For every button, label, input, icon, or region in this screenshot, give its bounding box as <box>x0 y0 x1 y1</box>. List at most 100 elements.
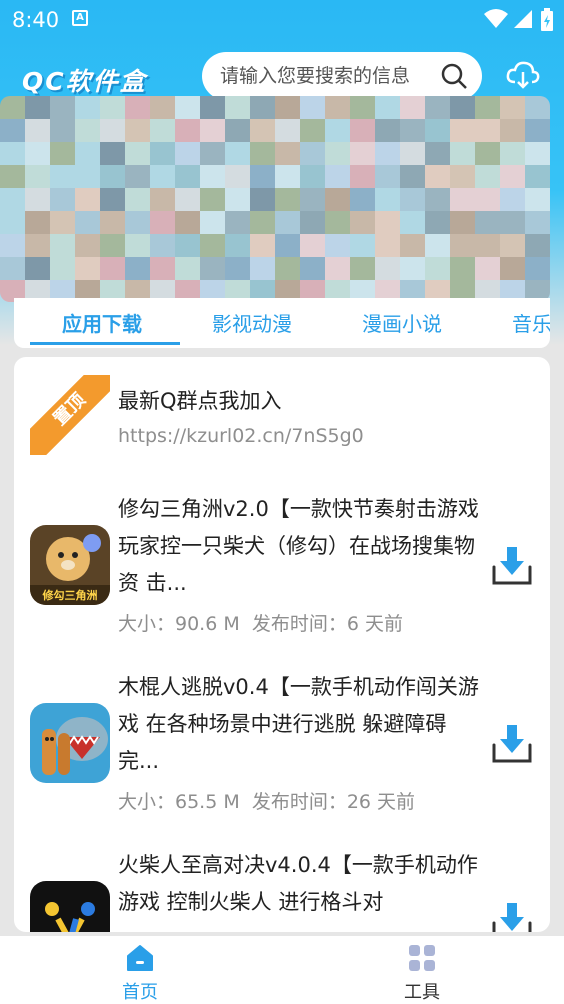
banner-pixel <box>425 119 450 142</box>
banner-pixel <box>25 165 50 188</box>
banner-pixel <box>350 96 375 119</box>
banner-pixel <box>325 165 350 188</box>
banner-pixel <box>500 257 525 280</box>
banner-pixel <box>200 119 225 142</box>
banner-pixel <box>125 142 150 165</box>
banner-pixel <box>175 165 200 188</box>
banner-pixel <box>400 234 425 257</box>
banner-pixel <box>375 234 400 257</box>
tab-film-anime[interactable]: 影视动漫 <box>212 308 292 337</box>
banner-pixel <box>300 119 325 142</box>
banner-pixel <box>275 234 300 257</box>
banner-pixel <box>75 142 100 165</box>
banner-pixel <box>175 211 200 234</box>
banner-pixel <box>100 96 125 119</box>
banner-pixel <box>25 257 50 280</box>
banner-pixel <box>400 142 425 165</box>
tab-comic-novel[interactable]: 漫画小说 <box>362 308 442 337</box>
banner-pixel <box>75 96 100 119</box>
banner-pixel <box>75 165 100 188</box>
banner-pixel <box>125 165 150 188</box>
banner-pixel <box>0 234 25 257</box>
tab-music[interactable]: 音乐 <box>512 308 550 337</box>
search-box[interactable] <box>202 52 482 100</box>
banner-pixel <box>400 188 425 211</box>
banner-pixel <box>525 96 550 119</box>
signal-icon <box>514 10 532 28</box>
banner-pixel <box>525 257 550 280</box>
banner-pixel <box>400 96 425 119</box>
banner-pixel <box>525 142 550 165</box>
banner-pixel <box>375 188 400 211</box>
bottom-nav: 首页 工具 <box>0 936 564 1004</box>
banner-pixel <box>475 142 500 165</box>
banner-pixel <box>400 257 425 280</box>
banner-pixel <box>500 96 525 119</box>
list-item[interactable]: 修勾三角洲 修勾三角洲v2.0【一款快节奏射击游戏 玩家控一只柴犬（修勾）在战场… <box>14 495 550 645</box>
nav-home[interactable]: 首页 <box>100 944 180 1004</box>
banner-pixel <box>375 211 400 234</box>
banner-pixel <box>200 96 225 119</box>
download-icon[interactable] <box>490 543 534 587</box>
banner-pixel <box>50 211 75 234</box>
list-item[interactable]: 木棍人逃脱v0.4【一款手机动作闯关游戏 在各种场景中进行逃脱 躲避障碍 完..… <box>14 673 550 823</box>
banner-pixel <box>475 257 500 280</box>
nav-tools[interactable]: 工具 <box>382 944 462 1004</box>
pinned-url[interactable]: https://kzurl02.cn/7nS5g0 <box>118 425 364 447</box>
app-meta: 大小：65.5 M 发布时间：26 天前 <box>118 787 415 814</box>
banner-pixel <box>475 234 500 257</box>
banner-pixel <box>275 188 300 211</box>
banner-pixel <box>525 165 550 188</box>
nav-tools-label: 工具 <box>404 982 440 1003</box>
banner-pixel <box>275 211 300 234</box>
banner-pixel <box>425 234 450 257</box>
cloud-download-icon[interactable] <box>506 60 540 90</box>
banner-pixel <box>375 142 400 165</box>
banner-pixel <box>175 257 200 280</box>
banner-pixel <box>25 142 50 165</box>
banner-pixel <box>175 119 200 142</box>
banner-pixel <box>250 234 275 257</box>
app-icon: 修勾三角洲 <box>30 525 110 605</box>
app-title: 修勾三角洲v2.0【一款快节奏射击游戏 玩家控一只柴犬（修勾）在战场搜集物资 击… <box>118 497 479 595</box>
banner-pixel <box>150 211 175 234</box>
banner-pixel <box>200 165 225 188</box>
banner-pixel <box>225 119 250 142</box>
banner-pixel <box>150 257 175 280</box>
list-item[interactable]: 火柴人至高对决v4.0.4【一款手机动作游戏 控制火柴人 进行格斗对 <box>14 851 550 932</box>
banner-pixel <box>325 257 350 280</box>
search-input[interactable] <box>220 65 440 87</box>
search-icon[interactable] <box>440 62 468 90</box>
banner-pixel <box>200 142 225 165</box>
banner-pixel <box>0 257 25 280</box>
tab-app-download[interactable]: 应用下载 <box>62 308 142 337</box>
banner-pixel <box>150 119 175 142</box>
banner-pixel <box>50 142 75 165</box>
banner-pixel <box>475 211 500 234</box>
banner-image[interactable] <box>0 96 550 302</box>
nav-home-label: 首页 <box>122 982 158 1003</box>
banner-pixel <box>200 257 225 280</box>
banner-pixel <box>75 188 100 211</box>
banner-pixel <box>125 119 150 142</box>
banner-pixel <box>125 257 150 280</box>
banner-pixel <box>0 165 25 188</box>
download-icon[interactable] <box>490 899 534 932</box>
banner-pixel <box>350 165 375 188</box>
banner-pixel <box>100 257 125 280</box>
banner-pixel <box>25 119 50 142</box>
banner-pixel <box>325 211 350 234</box>
banner-pixel <box>250 188 275 211</box>
banner-pixel <box>150 165 175 188</box>
banner-pixel <box>225 234 250 257</box>
banner-pixel <box>450 119 475 142</box>
banner-pixel <box>325 234 350 257</box>
download-icon[interactable] <box>490 721 534 765</box>
banner-pixel <box>25 211 50 234</box>
wifi-icon <box>484 9 508 28</box>
banner-pixel <box>500 142 525 165</box>
app-published: 发布时间：6 天前 <box>251 613 403 635</box>
banner-pixel <box>500 188 525 211</box>
banner-pixel <box>500 234 525 257</box>
banner-pixel <box>450 165 475 188</box>
